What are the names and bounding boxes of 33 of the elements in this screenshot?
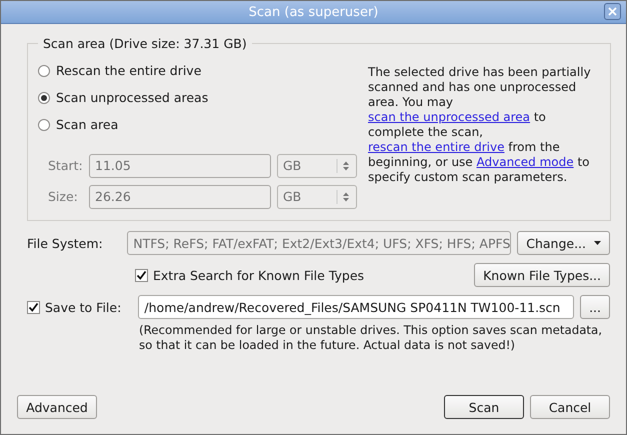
extra-search-checkbox[interactable]: Extra Search for Known File Types: [135, 268, 364, 282]
text-link[interactable]: scan the unprocessed area: [368, 110, 530, 124]
checkmark-icon: [136, 270, 147, 280]
known-file-types-button[interactable]: Known File Types...: [474, 263, 610, 287]
advanced-button[interactable]: Advanced: [17, 395, 97, 419]
text-link[interactable]: rescan the entire drive: [368, 140, 504, 154]
radio-option[interactable]: Rescan the entire drive: [38, 57, 358, 84]
field-label: Size:: [48, 189, 79, 204]
radio-dot[interactable]: [38, 118, 50, 130]
field-label: Start:: [48, 158, 84, 173]
up-down-arrows-icon: [343, 161, 349, 170]
scan-button[interactable]: Scan: [444, 395, 524, 419]
radio-option[interactable]: Scan area: [38, 111, 358, 138]
checkmark-icon: [28, 302, 39, 312]
file-path-field[interactable]: /home/andrew/Recovered_Files/SAMSUNG SP0411N TW100-11.scn: [138, 295, 574, 319]
close-button[interactable]: [604, 3, 621, 20]
field-label: File System:: [27, 236, 104, 250]
up-down-arrows-icon: [343, 192, 349, 201]
cancel-button[interactable]: Cancel: [530, 395, 610, 419]
window-title: Scan (as superuser): [248, 4, 378, 20]
save-to-file-checkbox[interactable]: Save to File:: [27, 300, 132, 314]
description-text: The selected drive has been partially scanned and has one unprocessed area. You may scan the unprocessed area to complete the scan, rescan the entire drive from the beginning, or use Advanced mode to specify custom scan parameters.: [368, 65, 592, 186]
radio-option[interactable]: Scan unprocessed areas: [38, 84, 358, 111]
close-icon: [608, 7, 617, 16]
caret-icon: [594, 241, 601, 245]
text-link[interactable]: Advanced mode: [476, 155, 574, 169]
browse-button[interactable]: ...: [580, 295, 610, 319]
file-system-field: NTFS; ReFS; FAT/exFAT; Ext2/Ext3/Ext4; UFS; XFS; HFS; APFS: [127, 231, 512, 255]
group-title: Scan area (Drive size: 37.31 GB): [42, 36, 248, 51]
radio-dot[interactable]: [38, 64, 50, 76]
radio-dot[interactable]: [38, 92, 50, 104]
save-note-text: (Recommended for large or unstable drives. This option saves scan metadata, so that it can be loaded in the future. Actual data is not saved!): [138, 323, 604, 353]
change-button[interactable]: Change...: [517, 231, 610, 255]
